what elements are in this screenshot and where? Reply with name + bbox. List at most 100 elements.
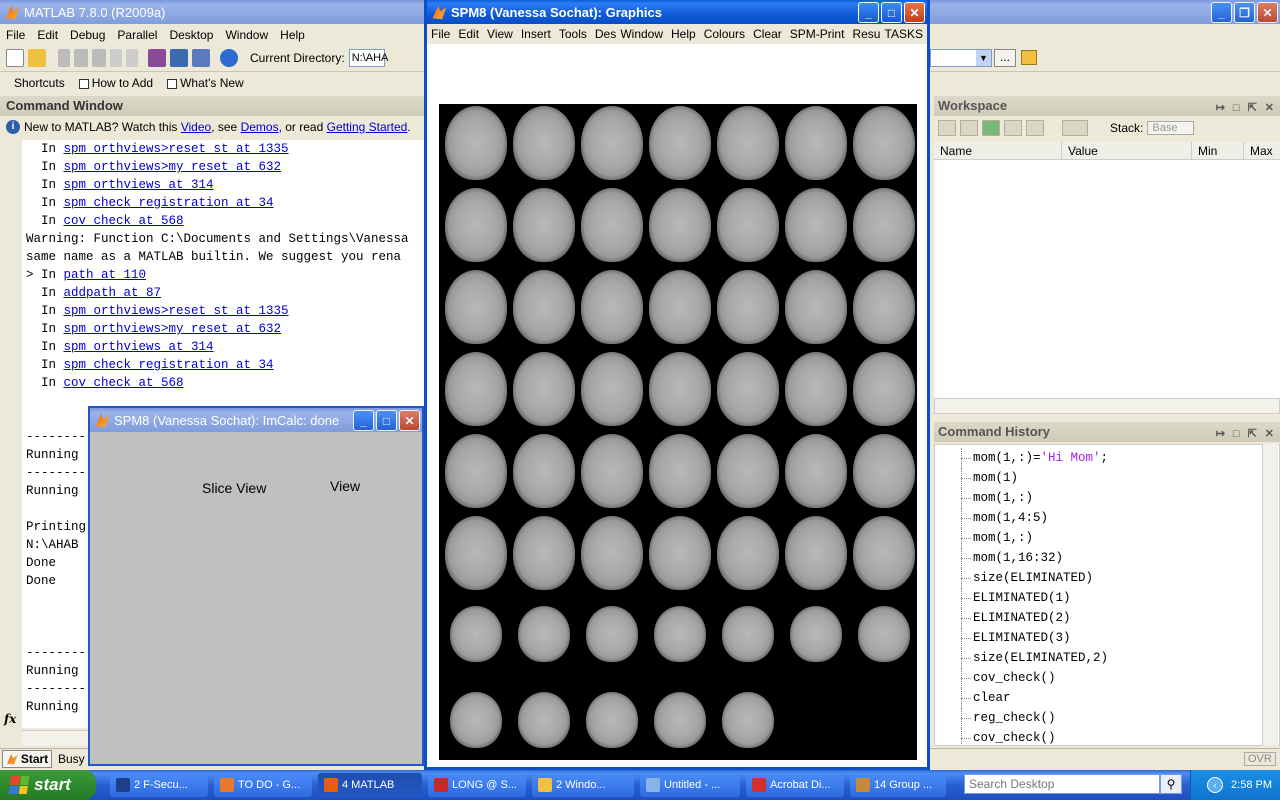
import-data-icon[interactable] bbox=[982, 120, 1000, 136]
graphics-title-bar[interactable]: SPM8 (Vanessa Sochat): Graphics _ □ ✕ bbox=[427, 0, 927, 24]
menu-file[interactable]: File bbox=[427, 27, 454, 41]
pin-icon[interactable]: ⇱ bbox=[1248, 98, 1257, 118]
taskbar-button[interactable]: TO DO - G... bbox=[214, 773, 312, 797]
menu-parallel[interactable]: Parallel bbox=[111, 28, 163, 42]
error-stack-link[interactable]: path at 110 bbox=[64, 268, 147, 282]
menu-desktop[interactable]: Desktop bbox=[591, 27, 616, 41]
history-entry[interactable]: mom(1) bbox=[935, 468, 1279, 488]
taskbar-button[interactable]: Acrobat Di... bbox=[746, 773, 844, 797]
history-entry[interactable]: clear bbox=[935, 688, 1279, 708]
menu-results-fig[interactable]: Results-Fig bbox=[848, 27, 880, 41]
history-entry[interactable]: cov_check() bbox=[935, 728, 1279, 745]
current-directory-field[interactable]: N:\AHA bbox=[348, 49, 388, 67]
simulink-icon[interactable] bbox=[148, 49, 166, 67]
menu-help[interactable]: Help bbox=[667, 27, 700, 41]
history-entry[interactable]: ELIMINATED(1) bbox=[935, 588, 1279, 608]
menu-tools[interactable]: Tools bbox=[555, 27, 591, 41]
getting-started-link[interactable]: Getting Started bbox=[327, 120, 408, 134]
history-entry[interactable]: mom(1,4:5) bbox=[935, 508, 1279, 528]
copy-icon[interactable] bbox=[74, 49, 88, 67]
video-link[interactable]: Video bbox=[181, 120, 211, 134]
history-entry[interactable]: reg_check() bbox=[935, 708, 1279, 728]
shortcuts-label[interactable]: Shortcuts bbox=[14, 76, 65, 90]
taskbar-button[interactable]: 2 F-Secu... bbox=[110, 773, 208, 797]
paste-icon[interactable] bbox=[92, 49, 106, 67]
error-stack-link[interactable]: cov_check at 568 bbox=[64, 214, 184, 228]
menu-file[interactable]: File bbox=[0, 28, 31, 42]
error-stack-link[interactable]: spm_orthviews>my_reset at 632 bbox=[64, 322, 282, 336]
stack-select[interactable]: Base bbox=[1147, 121, 1195, 135]
history-entry[interactable]: mom(1,:) bbox=[935, 488, 1279, 508]
error-stack-link[interactable]: addpath at 87 bbox=[64, 286, 162, 300]
menu-debug[interactable]: Debug bbox=[64, 28, 111, 42]
column-value[interactable]: Value bbox=[1062, 142, 1192, 159]
up-folder-icon[interactable] bbox=[1021, 50, 1037, 65]
menu-clear[interactable]: Clear bbox=[749, 27, 786, 41]
history-entry[interactable]: mom(1,:)='Hi Mom'; bbox=[935, 448, 1279, 468]
restore-button[interactable]: ❐ bbox=[1234, 2, 1255, 23]
column-max[interactable]: Max bbox=[1244, 142, 1280, 159]
shortcut-whats-new[interactable]: What's New bbox=[167, 76, 244, 90]
close-button[interactable]: ✕ bbox=[904, 2, 925, 23]
history-entry[interactable]: mom(1,16:32) bbox=[935, 548, 1279, 568]
pin-icon[interactable]: ⇱ bbox=[1248, 424, 1257, 444]
taskbar-button[interactable]: 2 Windo... bbox=[532, 773, 634, 797]
browse-button[interactable]: ... bbox=[994, 49, 1016, 67]
clock[interactable]: 2:58 PM bbox=[1231, 779, 1272, 791]
brain-slice-montage[interactable] bbox=[439, 104, 917, 760]
menu-tasks[interactable]: TASKS bbox=[881, 27, 927, 41]
taskbar-button[interactable]: 14 Group ... bbox=[850, 773, 946, 797]
menu-window[interactable]: Window bbox=[219, 28, 274, 42]
error-stack-link[interactable]: spm_check_registration at 34 bbox=[64, 196, 274, 210]
menu-help[interactable]: Help bbox=[274, 28, 311, 42]
undock-icon[interactable]: ↦ bbox=[1216, 424, 1225, 444]
new-file-icon[interactable] bbox=[6, 49, 24, 67]
taskbar-button[interactable]: Untitled - ... bbox=[640, 773, 740, 797]
minimize-button[interactable]: _ bbox=[353, 410, 374, 431]
menu-window[interactable]: Window bbox=[616, 27, 667, 41]
minimize-button[interactable]: _ bbox=[858, 2, 879, 23]
error-stack-link[interactable]: spm_orthviews>reset_st at 1335 bbox=[64, 304, 289, 318]
minimize-button[interactable]: _ bbox=[1211, 2, 1232, 23]
search-icon[interactable]: ⚲ bbox=[1160, 774, 1182, 794]
command-history-scrollbar[interactable] bbox=[1262, 444, 1278, 746]
maximize-icon[interactable]: □ bbox=[1233, 98, 1240, 118]
close-button[interactable]: ✕ bbox=[399, 410, 420, 431]
error-stack-link[interactable]: spm_orthviews>my_reset at 632 bbox=[64, 160, 282, 174]
command-history-list[interactable]: mom(1,:)='Hi Mom'; mom(1) mom(1,:) mom(1,4:… bbox=[934, 444, 1280, 746]
error-stack-link[interactable]: spm_orthviews at 314 bbox=[64, 340, 214, 354]
close-icon[interactable]: ✕ bbox=[1265, 98, 1274, 118]
search-desktop-input[interactable]: Search Desktop bbox=[964, 774, 1160, 794]
error-stack-link[interactable]: spm_orthviews at 314 bbox=[64, 178, 214, 192]
history-entry[interactable]: ELIMINATED(3) bbox=[935, 628, 1279, 648]
maximize-button[interactable]: □ bbox=[881, 2, 902, 23]
menu-spm-print[interactable]: SPM-Print bbox=[786, 27, 849, 41]
menu-edit[interactable]: Edit bbox=[454, 27, 483, 41]
column-min[interactable]: Min bbox=[1192, 142, 1244, 159]
history-entry[interactable]: size(ELIMINATED,2) bbox=[935, 648, 1279, 668]
menu-view[interactable]: View bbox=[483, 27, 517, 41]
history-entry[interactable]: cov_check() bbox=[935, 668, 1279, 688]
history-entry[interactable]: ELIMINATED(2) bbox=[935, 608, 1279, 628]
error-stack-link[interactable]: cov_check at 568 bbox=[64, 376, 184, 390]
new-variable-icon[interactable] bbox=[938, 120, 956, 136]
menu-insert[interactable]: Insert bbox=[517, 27, 555, 41]
taskbar-button[interactable]: LONG @ S... bbox=[428, 773, 526, 797]
menu-colours[interactable]: Colours bbox=[700, 27, 749, 41]
help-icon[interactable] bbox=[220, 49, 238, 67]
undo-icon[interactable] bbox=[110, 49, 122, 67]
undock-icon[interactable]: ↦ bbox=[1216, 98, 1225, 118]
tray-expand-icon[interactable]: ‹ bbox=[1207, 777, 1224, 793]
start-button[interactable]: start bbox=[0, 770, 96, 800]
plot-icon[interactable] bbox=[1062, 120, 1088, 136]
profiler-icon[interactable] bbox=[192, 49, 210, 67]
error-stack-link[interactable]: spm_orthviews>reset_st at 1335 bbox=[64, 142, 289, 156]
chevron-down-icon[interactable]: ▼ bbox=[976, 50, 991, 66]
maximize-button[interactable]: □ bbox=[376, 410, 397, 431]
history-entry[interactable]: size(ELIMINATED) bbox=[935, 568, 1279, 588]
demos-link[interactable]: Demos bbox=[241, 120, 279, 134]
shortcut-how-to-add[interactable]: How to Add bbox=[78, 76, 153, 90]
workspace-scrollbar[interactable] bbox=[934, 398, 1280, 414]
history-entry[interactable]: mom(1,:) bbox=[935, 528, 1279, 548]
maximize-icon[interactable]: □ bbox=[1233, 424, 1240, 444]
